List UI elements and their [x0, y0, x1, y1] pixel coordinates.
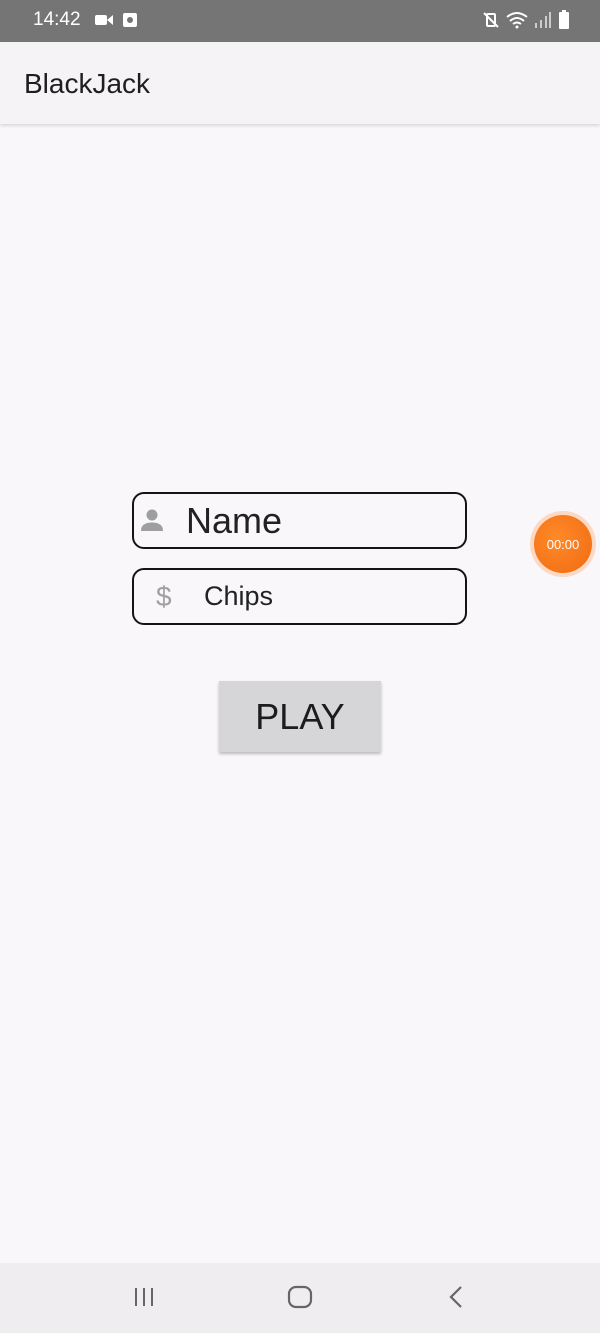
battery-icon — [558, 10, 570, 35]
person-icon — [138, 494, 166, 547]
app-bar: BlackJack — [0, 42, 600, 124]
status-time: 14:42 — [33, 9, 81, 30]
video-icon — [94, 12, 114, 33]
chips-field[interactable]: $ Chips — [132, 568, 467, 625]
name-input-placeholder: Name — [186, 499, 283, 541]
dollar-icon: $ — [156, 580, 172, 612]
screen-record-icon — [122, 12, 138, 33]
home-icon[interactable] — [287, 1285, 313, 1314]
play-button[interactable]: PLAY — [219, 681, 381, 752]
recent-apps-icon[interactable] — [132, 1285, 156, 1314]
status-bar: 14:42 — [0, 0, 600, 42]
chips-input-placeholder: Chips — [204, 581, 274, 611]
wifi-icon — [506, 11, 528, 34]
back-icon[interactable] — [446, 1285, 466, 1314]
signal-icon — [534, 11, 552, 34]
navigation-bar — [0, 1263, 600, 1333]
mute-vibrate-icon — [482, 11, 500, 34]
app-title: BlackJack — [24, 68, 151, 99]
recording-timer-bubble[interactable]: 00:00 — [530, 511, 596, 577]
name-field[interactable]: Name — [132, 492, 467, 549]
recording-timer-text: 00:00 — [534, 515, 592, 573]
